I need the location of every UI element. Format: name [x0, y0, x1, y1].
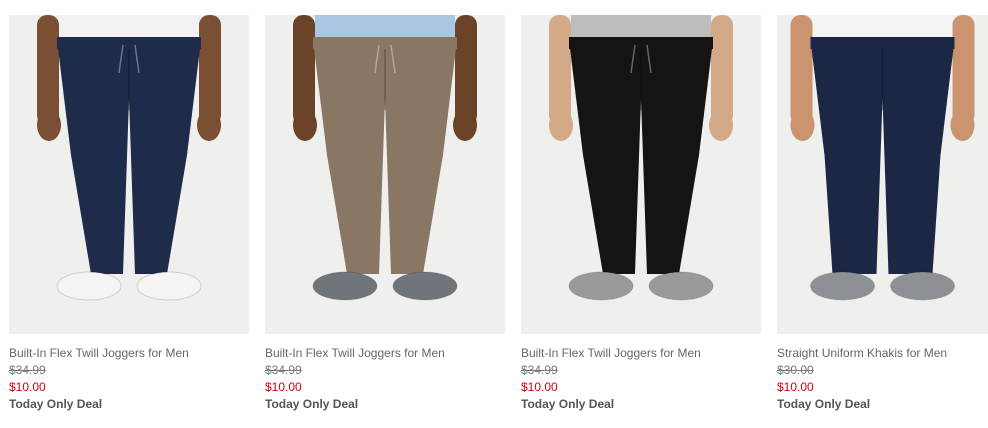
- product-title[interactable]: Built-In Flex Twill Joggers for Men: [9, 345, 249, 362]
- left-hand: [790, 109, 815, 141]
- left-arm: [293, 15, 315, 125]
- product-image[interactable]: [265, 15, 505, 334]
- product-card[interactable]: Straight Uniform Khakis for Men $30.00 $…: [777, 15, 988, 413]
- pants-waistband: [810, 37, 955, 49]
- left-hand: [293, 109, 317, 141]
- right-arm: [455, 15, 477, 125]
- deal-badge: Today Only Deal: [777, 397, 871, 411]
- left-shoe: [56, 271, 122, 301]
- right-hand: [950, 109, 975, 141]
- right-arm: [952, 15, 975, 125]
- model-illustration: [777, 15, 988, 334]
- original-price: $34.99: [9, 363, 46, 377]
- sale-price: $10.00: [521, 380, 558, 394]
- left-arm: [790, 15, 813, 125]
- product-image[interactable]: [777, 15, 988, 334]
- pants-waistband: [57, 37, 201, 49]
- right-shoe: [392, 271, 458, 301]
- product-card[interactable]: Built-In Flex Twill Joggers for Men $34.…: [521, 15, 761, 413]
- model-illustration: [521, 15, 761, 334]
- deal-badge: Today Only Deal: [265, 397, 359, 411]
- model-illustration: [9, 15, 249, 334]
- original-price: $34.99: [265, 363, 302, 377]
- right-arm: [199, 15, 221, 125]
- left-hand: [549, 109, 573, 141]
- right-hand: [709, 109, 733, 141]
- model-illustration: [265, 15, 505, 334]
- product-image[interactable]: [9, 15, 249, 334]
- product-info: Built-In Flex Twill Joggers for Men $34.…: [521, 334, 761, 413]
- sale-price: $10.00: [9, 380, 46, 394]
- left-hand: [37, 109, 61, 141]
- product-title[interactable]: Built-In Flex Twill Joggers for Men: [521, 345, 761, 362]
- left-shoe: [810, 271, 875, 301]
- product-title[interactable]: Built-In Flex Twill Joggers for Men: [265, 345, 505, 362]
- right-arm: [711, 15, 733, 125]
- deal-badge: Today Only Deal: [521, 397, 615, 411]
- right-shoe: [890, 271, 955, 301]
- left-shoe: [312, 271, 378, 301]
- product-grid: Built-In Flex Twill Joggers for Men $34.…: [0, 0, 988, 428]
- product-image[interactable]: [521, 15, 761, 334]
- pants-waistband: [313, 37, 457, 49]
- original-price: $30.00: [777, 363, 814, 377]
- original-price: $34.99: [521, 363, 558, 377]
- product-card[interactable]: Built-In Flex Twill Joggers for Men $34.…: [265, 15, 505, 413]
- right-hand: [453, 109, 477, 141]
- left-arm: [37, 15, 59, 125]
- left-arm: [549, 15, 571, 125]
- product-info: Built-In Flex Twill Joggers for Men $34.…: [265, 334, 505, 413]
- sale-price: $10.00: [265, 380, 302, 394]
- product-title[interactable]: Straight Uniform Khakis for Men: [777, 345, 988, 362]
- product-card[interactable]: Built-In Flex Twill Joggers for Men $34.…: [9, 15, 249, 413]
- right-hand: [197, 109, 221, 141]
- sale-price: $10.00: [777, 380, 814, 394]
- pants-waistband: [569, 37, 713, 49]
- product-info: Straight Uniform Khakis for Men $30.00 $…: [777, 334, 988, 413]
- right-shoe: [648, 271, 714, 301]
- right-shoe: [136, 271, 202, 301]
- left-shoe: [568, 271, 634, 301]
- deal-badge: Today Only Deal: [9, 397, 103, 411]
- product-info: Built-In Flex Twill Joggers for Men $34.…: [9, 334, 249, 413]
